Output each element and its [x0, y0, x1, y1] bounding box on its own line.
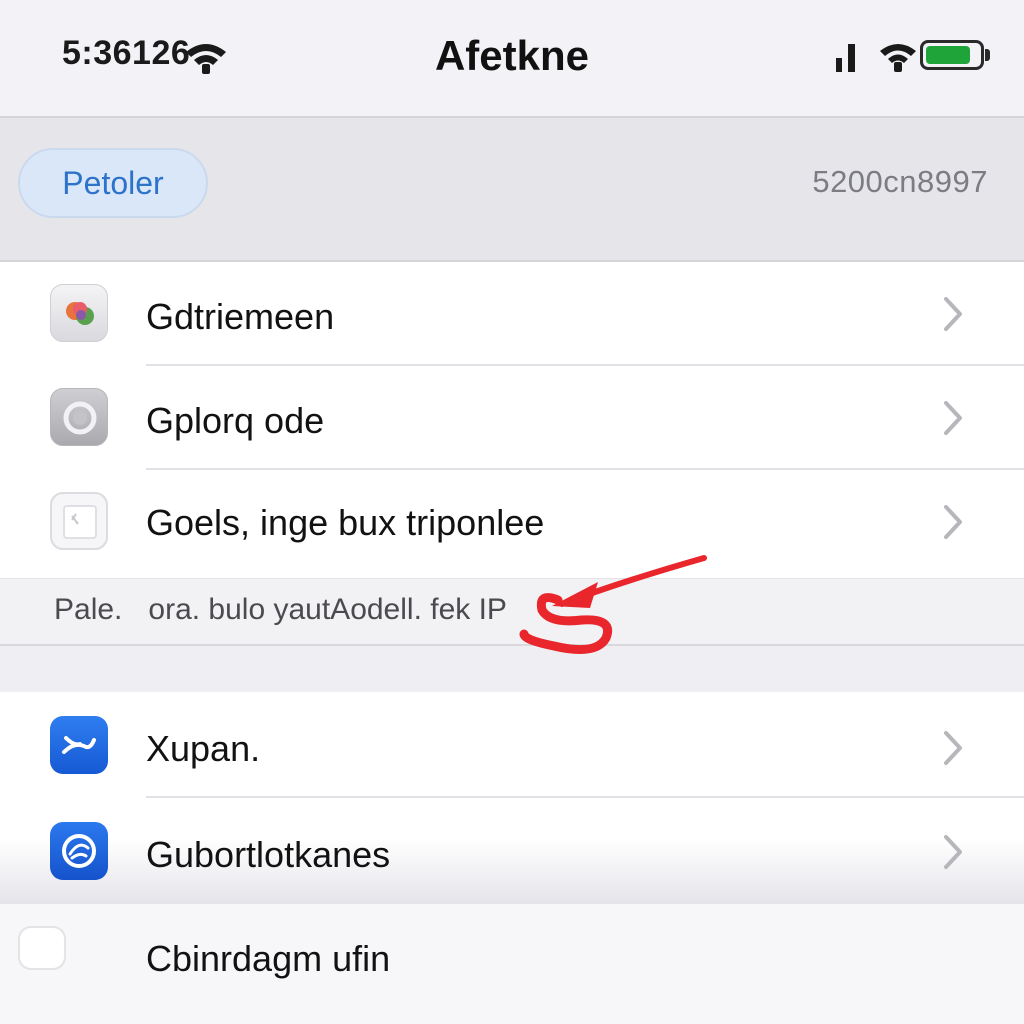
- settings-row-label: Goels, inge bux triponlee: [146, 502, 545, 543]
- chevron-right-icon: [944, 505, 962, 539]
- blank-app-icon: [18, 926, 66, 970]
- wifi-icon: [880, 44, 916, 72]
- blue-app-icon: [50, 716, 108, 774]
- settings-row-2[interactable]: Gplorq ode: [0, 366, 1024, 470]
- battery-level: [926, 46, 971, 64]
- settings-row-label: Gplorq ode: [146, 400, 325, 441]
- battery-icon: [920, 40, 984, 70]
- document-icon: [50, 492, 108, 550]
- chevron-right-icon: [944, 731, 962, 765]
- settings-row-6[interactable]: Cbinrdagm ufin: [0, 904, 1024, 1024]
- footer-note-text: Pale. ora. bulo yautAodell. fek IP: [54, 593, 507, 627]
- chevron-right-icon: [944, 835, 962, 869]
- blue-circle-app-icon: [50, 822, 108, 880]
- header-pill-button[interactable]: Petoler: [18, 148, 208, 218]
- settings-row-4[interactable]: Xupan.: [0, 692, 1024, 796]
- header-value: 5200cn8997: [812, 164, 988, 199]
- settings-ring-icon: [50, 388, 108, 446]
- signal-icon: [836, 44, 855, 72]
- settings-row-1[interactable]: Gdtriemeen: [0, 262, 1024, 366]
- settings-row-label: Gdtriemeen: [146, 296, 335, 337]
- settings-row-label: Xupan.: [146, 728, 261, 769]
- chevron-right-icon: [944, 297, 962, 331]
- footer-note-body: ora. bulo yautAodell. fek IP: [148, 593, 507, 626]
- battery-cap: [985, 49, 990, 61]
- app-icon-colorful: [50, 284, 108, 342]
- footer-note-prefix: Pale.: [54, 593, 123, 626]
- settings-group-1: Gdtriemeen Gplorq ode Goels, inge bux tr…: [0, 262, 1024, 578]
- chevron-right-icon: [944, 401, 962, 435]
- settings-row-5[interactable]: Gubortlotkanes: [0, 798, 1024, 902]
- settings-row-label: Gubortlotkanes: [146, 834, 391, 875]
- nav-title: Afetkne: [434, 32, 590, 79]
- settings-row-label: Cbinrdagm ufin: [146, 938, 391, 979]
- red-annotation-arrow: [519, 555, 707, 655]
